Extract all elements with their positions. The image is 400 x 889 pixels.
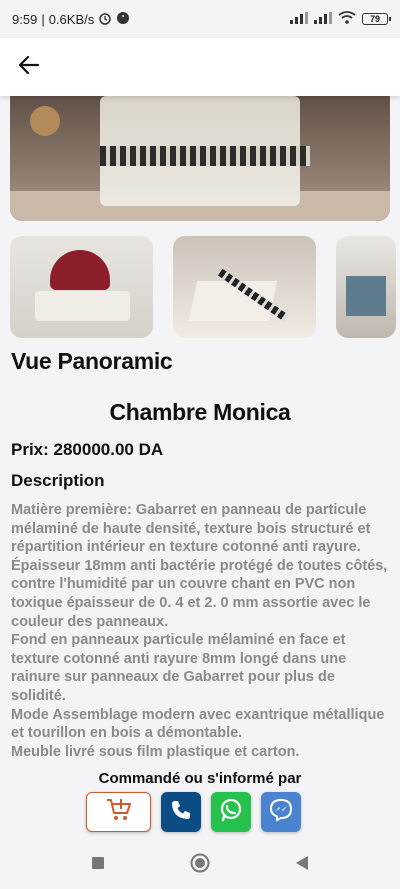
arrow-left-icon [18, 54, 40, 81]
call-button[interactable] [161, 792, 201, 832]
whatsapp-icon [218, 797, 244, 828]
status-speed: 0.6KB/s [48, 11, 95, 27]
thumbnail-image[interactable] [10, 236, 153, 338]
system-back-button[interactable] [290, 853, 314, 877]
thumb-decor [346, 276, 386, 316]
thumb-bed [35, 291, 130, 321]
thumbnail-image[interactable] [336, 236, 396, 338]
app-bar [0, 38, 400, 96]
system-nav-bar [0, 841, 400, 889]
home-button[interactable] [188, 853, 212, 877]
description-heading: Description [11, 471, 105, 490]
messenger-button[interactable] [261, 792, 301, 832]
phone-icon [170, 799, 192, 826]
status-left: 9:59 | 0.6KB/s " [12, 11, 130, 28]
square-icon [91, 856, 105, 875]
status-bar: 9:59 | 0.6KB/s " 79 [0, 0, 400, 38]
battery-icon: 79 [362, 13, 391, 25]
circle-icon [190, 853, 210, 878]
image-lamp [30, 106, 60, 136]
back-button[interactable] [16, 54, 42, 80]
status-time: 9:59 [12, 11, 38, 27]
triangle-back-icon [295, 855, 309, 876]
thumb-headboard [50, 250, 110, 290]
status-separator: | [41, 11, 45, 27]
whatsapp-button[interactable] [211, 792, 251, 832]
product-detail-content[interactable]: Vue Panoramic Chambre Monica Prix: 28000… [0, 96, 400, 841]
thumbnail-gallery[interactable] [10, 236, 400, 338]
signal-icon [290, 11, 308, 27]
add-to-cart-icon [106, 798, 132, 827]
svg-text:": " [121, 14, 125, 23]
description-text: Matière première: Gabarret en panneau de… [11, 502, 388, 760]
notification-icon: " [116, 11, 130, 28]
main-product-image[interactable] [10, 96, 390, 221]
order-label: Commandé ou s'informé par [98, 770, 302, 787]
image-blanket [100, 146, 310, 166]
recents-button[interactable] [86, 853, 110, 877]
signal-icon-2 [314, 11, 332, 27]
product-price: Prix: 280000.00 DA [11, 440, 164, 459]
thumbnail-image[interactable] [173, 236, 316, 338]
product-name: Chambre Monica [109, 399, 291, 425]
alarm-icon [98, 11, 112, 28]
status-right: 79 [290, 11, 391, 27]
add-to-cart-button[interactable] [86, 792, 151, 832]
messenger-icon [268, 797, 294, 828]
section-title: Vue Panoramic [11, 348, 173, 374]
wifi-icon [338, 11, 356, 27]
contact-actions [86, 792, 301, 832]
